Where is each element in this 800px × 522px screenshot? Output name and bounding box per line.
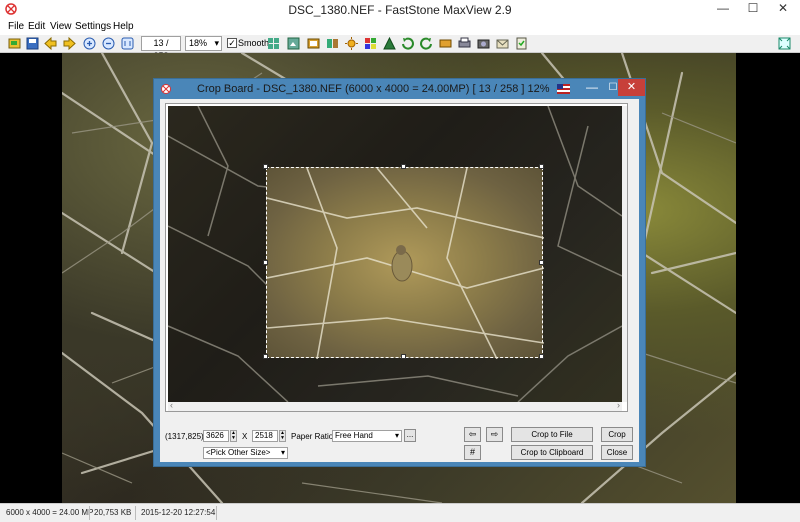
flip-icon[interactable] <box>438 36 453 51</box>
crop-minimize-button[interactable]: — <box>581 80 603 96</box>
smooth-label: Smooth <box>238 38 270 48</box>
paper-ratio-label: Paper Ratio: <box>291 432 336 441</box>
status-timestamp: 2015-12-20 12:27:54 <box>141 508 216 517</box>
scroll-right-arrow[interactable]: › <box>617 400 620 410</box>
crop-selection[interactable] <box>263 164 545 360</box>
status-divider <box>216 506 217 520</box>
menu-edit[interactable]: Edit <box>28 21 45 32</box>
crop-to-file-button[interactable]: Crop to File <box>511 427 593 442</box>
rotate-left-icon[interactable] <box>400 36 415 51</box>
status-divider <box>135 506 136 520</box>
menu-file[interactable]: File <box>8 21 24 32</box>
spin-down-icon[interactable]: ▼ <box>231 436 236 441</box>
crop-height-field[interactable]: 2518 <box>252 430 278 442</box>
horizontal-scrollbar[interactable]: ‹ › <box>168 400 622 411</box>
crop-selection-branches <box>266 167 545 360</box>
crop-board-titlebar[interactable]: Crop Board - DSC_1380.NEF (6000 x 4000 =… <box>154 79 645 99</box>
flag-icon <box>557 84 570 94</box>
paper-ratio-value: Free Hand <box>335 431 373 440</box>
chevron-down-icon: ▾ <box>394 431 399 440</box>
next-arrow-icon[interactable] <box>62 36 77 51</box>
crop-coords: (1317,825) <box>165 432 204 441</box>
zoom-in-icon[interactable] <box>82 36 97 51</box>
chevron-down-icon: ▾ <box>214 38 219 48</box>
status-divider <box>89 506 90 520</box>
actual-size-icon[interactable] <box>120 36 135 51</box>
pick-size-select[interactable]: <Pick Other Size> ▾ <box>203 447 288 459</box>
thumbnails-icon[interactable] <box>266 36 281 51</box>
crop-handle-right[interactable] <box>539 260 544 265</box>
image-info-icon[interactable] <box>286 36 301 51</box>
scroll-left-arrow[interactable]: ‹ <box>170 400 173 410</box>
settings-sun-icon[interactable] <box>344 36 359 51</box>
menu-bar: File Edit View Settings Help <box>0 19 800 35</box>
fullscreen-icon[interactable] <box>777 36 792 51</box>
crop-board-app-icon <box>161 84 171 94</box>
status-file-size: 20,753 KB <box>94 508 132 517</box>
chevron-down-icon: ▾ <box>280 448 285 457</box>
rotate-left-button[interactable]: ⇦ <box>464 427 481 442</box>
crop-board-body: ‹ › (1317,825) 3626 ▲ ▼ X 2518 ▲ ▼ Paper… <box>160 99 639 462</box>
page-counter[interactable]: 13 / 258 <box>141 36 181 61</box>
sharpen-icon[interactable] <box>382 36 397 51</box>
color-icon[interactable] <box>363 36 378 51</box>
clipboard-icon[interactable] <box>514 36 529 51</box>
window-title: DSC_1380.NEF - FastStone MaxView 2.9 <box>288 3 512 17</box>
height-spinner[interactable]: ▲ ▼ <box>279 430 286 442</box>
previous-arrow-icon[interactable] <box>43 36 58 51</box>
crop-handle-top-left[interactable] <box>263 164 268 169</box>
menu-settings[interactable]: Settings <box>75 21 111 32</box>
compare-icon[interactable] <box>325 36 340 51</box>
crop-to-clipboard-button[interactable]: Crop to Clipboard <box>511 445 593 460</box>
open-folder-icon[interactable] <box>7 36 22 51</box>
crop-button[interactable]: Crop <box>601 427 633 442</box>
zoom-select[interactable]: 18% ▾ <box>185 36 222 51</box>
status-dimensions: 6000 x 4000 = 24.00 MP <box>6 508 94 517</box>
crop-close-button[interactable]: ✕ <box>618 79 645 96</box>
zoom-out-icon[interactable] <box>101 36 116 51</box>
menu-help[interactable]: Help <box>113 21 134 32</box>
menu-view[interactable]: View <box>50 21 72 32</box>
close-dialog-button[interactable]: Close <box>601 445 633 460</box>
minimize-button[interactable]: — <box>708 0 738 19</box>
title-bar: DSC_1380.NEF - FastStone MaxView 2.9 — ☐… <box>0 0 800 19</box>
crop-handle-bottom-left[interactable] <box>263 354 268 359</box>
email-icon[interactable] <box>495 36 510 51</box>
grid-button[interactable]: # <box>464 445 481 460</box>
rotate-right-button[interactable]: ⇨ <box>486 427 503 442</box>
maximize-button[interactable]: ☐ <box>738 0 768 19</box>
save-icon[interactable] <box>25 36 40 51</box>
paper-ratio-select[interactable]: Free Hand ▾ <box>332 430 402 442</box>
print-icon[interactable] <box>457 36 472 51</box>
camera-icon[interactable] <box>476 36 491 51</box>
smooth-checkbox[interactable]: ✓ <box>227 38 237 48</box>
zoom-value: 18% <box>189 38 208 48</box>
status-bar: 6000 x 4000 = 24.00 MP 20,753 KB 2015-12… <box>0 503 800 522</box>
toolbar: 13 / 258 18% ▾ ✓ Smooth <box>0 35 800 61</box>
dimension-x-label: X <box>242 432 248 441</box>
crop-handle-bottom[interactable] <box>401 354 406 359</box>
crop-handle-bottom-right[interactable] <box>539 354 544 359</box>
crop-handle-top-right[interactable] <box>539 164 544 169</box>
vertical-scrollbar[interactable] <box>622 106 627 402</box>
width-spinner[interactable]: ▲ ▼ <box>230 430 237 442</box>
crop-handle-left[interactable] <box>263 260 268 265</box>
crop-board-dialog[interactable]: Crop Board - DSC_1380.NEF (6000 x 4000 =… <box>153 78 646 467</box>
rotate-right-icon[interactable] <box>419 36 434 51</box>
close-button[interactable]: ✕ <box>768 0 798 19</box>
crop-width-field[interactable]: 3626 <box>203 430 229 442</box>
crop-canvas[interactable]: ‹ › <box>165 103 628 412</box>
more-options-button[interactable]: ... <box>404 429 416 442</box>
slideshow-icon[interactable] <box>306 36 321 51</box>
crop-board-title: Crop Board - DSC_1380.NEF (6000 x 4000 =… <box>197 83 550 95</box>
spin-down-icon[interactable]: ▼ <box>280 436 285 441</box>
pick-size-value: <Pick Other Size> <box>206 448 271 457</box>
crop-handle-top[interactable] <box>401 164 406 169</box>
